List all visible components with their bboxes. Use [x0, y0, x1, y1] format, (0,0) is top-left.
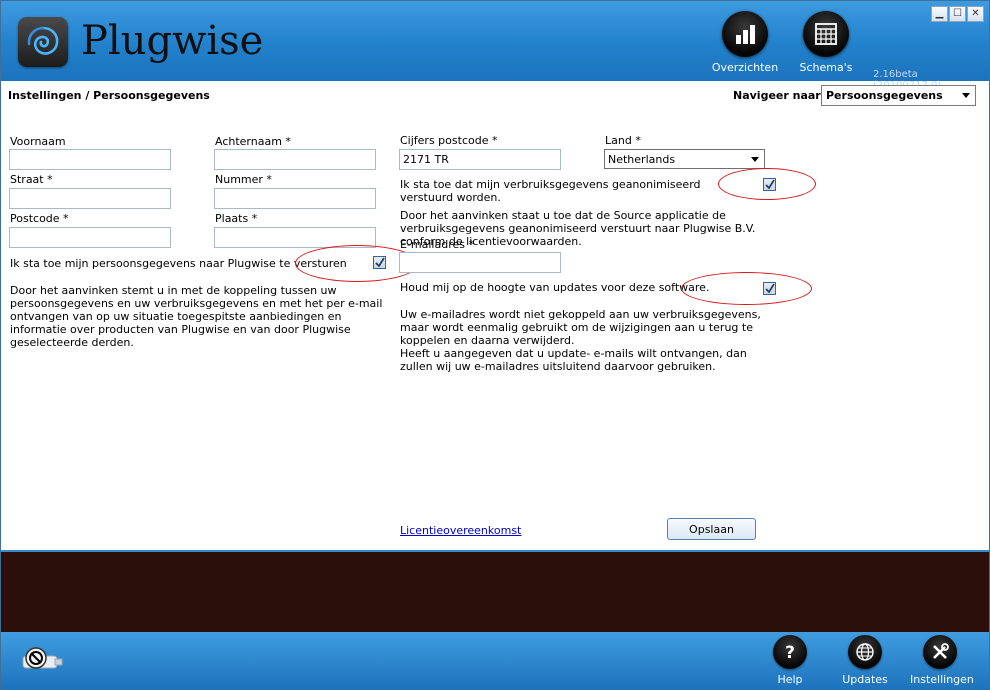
email-input[interactable]	[399, 252, 561, 273]
nummer-label: Nummer *	[215, 173, 272, 186]
license-link[interactable]: Licentieovereenkomst	[400, 524, 521, 537]
highlight-oval	[718, 168, 816, 200]
help-button[interactable]: ? Help	[760, 635, 820, 686]
updates-consent-label: Houd mij op de hoogte van updates voor d…	[400, 281, 710, 294]
straat-label: Straat *	[10, 173, 53, 186]
nav-schemas-label: Schema's	[799, 61, 853, 74]
navigate-select-value: Persoonsgegevens	[826, 89, 943, 102]
achternaam-label: Achternaam *	[215, 135, 291, 148]
chevron-down-icon	[962, 93, 970, 98]
window-controls: ▁ ☐ ✕	[931, 6, 984, 22]
close-button[interactable]: ✕	[967, 6, 984, 22]
updates-button[interactable]: Updates	[835, 635, 895, 686]
navigate-select[interactable]: Persoonsgegevens	[821, 85, 976, 106]
globe-icon	[856, 643, 874, 661]
highlight-oval	[681, 272, 812, 305]
plaats-label: Plaats *	[215, 212, 258, 225]
cijfers-postcode-input[interactable]	[399, 149, 561, 170]
plugwise-logo	[18, 17, 68, 67]
updates-label: Updates	[842, 673, 888, 686]
question-icon: ?	[785, 643, 795, 662]
toolbar-row: Instellingen / Persoonsgegevens Navigeer…	[1, 81, 989, 111]
chevron-down-icon	[751, 157, 759, 162]
land-select-value: Netherlands	[608, 153, 676, 166]
nav-overzichten-label: Overzichten	[711, 61, 779, 74]
footer: ? Help Updates Instellingen	[1, 632, 989, 690]
calendar-grid-icon	[815, 23, 837, 45]
usage-consent-label: Ik sta toe dat mijn verbruiksgegevens ge…	[400, 178, 701, 204]
instellingen-button[interactable]: Instellingen	[910, 635, 974, 686]
land-select[interactable]: Netherlands	[604, 149, 765, 169]
navigate-label: Navigeer naar	[733, 89, 821, 102]
usb-stick-disconnected-icon[interactable]	[19, 646, 63, 672]
nav-schemas[interactable]: Schema's	[786, 11, 866, 74]
personal-consent-info: Door het aanvinken stemt u in met de kop…	[10, 284, 383, 349]
bar-chart-icon	[736, 25, 755, 44]
email-label: E-mailadres *	[400, 238, 474, 251]
instellingen-label: Instellingen	[910, 673, 974, 686]
breadcrumb: Instellingen / Persoonsgegevens	[8, 89, 210, 102]
maximize-button[interactable]: ☐	[949, 6, 966, 22]
help-label: Help	[777, 673, 803, 686]
header: Plugwise Overzichten Schema's ▁ ☐ ✕ 2.16…	[1, 1, 989, 91]
minimize-button[interactable]: ▁	[931, 6, 948, 22]
cijfers-postcode-label: Cijfers postcode *	[400, 134, 498, 147]
svg-text:?: ?	[785, 643, 795, 662]
email-info-1: Uw e-mailadres wordt niet gekoppeld aan …	[400, 308, 761, 347]
straat-input[interactable]	[9, 188, 171, 209]
postcode-input[interactable]	[9, 227, 171, 248]
app-window: Plugwise Overzichten Schema's ▁ ☐ ✕ 2.16…	[0, 0, 990, 690]
voornaam-label: Voornaam	[10, 135, 66, 148]
achternaam-input[interactable]	[214, 149, 376, 170]
status-band	[1, 550, 989, 632]
nummer-input[interactable]	[214, 188, 376, 209]
brand-name: Plugwise	[81, 18, 264, 64]
email-info-2: Heeft u aangegeven dat u update- e-mails…	[400, 347, 747, 373]
swirl-logo-icon	[27, 26, 59, 55]
save-button[interactable]: Opslaan	[667, 518, 756, 540]
voornaam-input[interactable]	[9, 149, 171, 170]
tools-icon	[933, 643, 949, 659]
land-label: Land *	[605, 134, 641, 147]
postcode-label: Postcode *	[10, 212, 69, 225]
nav-overzichten[interactable]: Overzichten	[705, 11, 785, 74]
